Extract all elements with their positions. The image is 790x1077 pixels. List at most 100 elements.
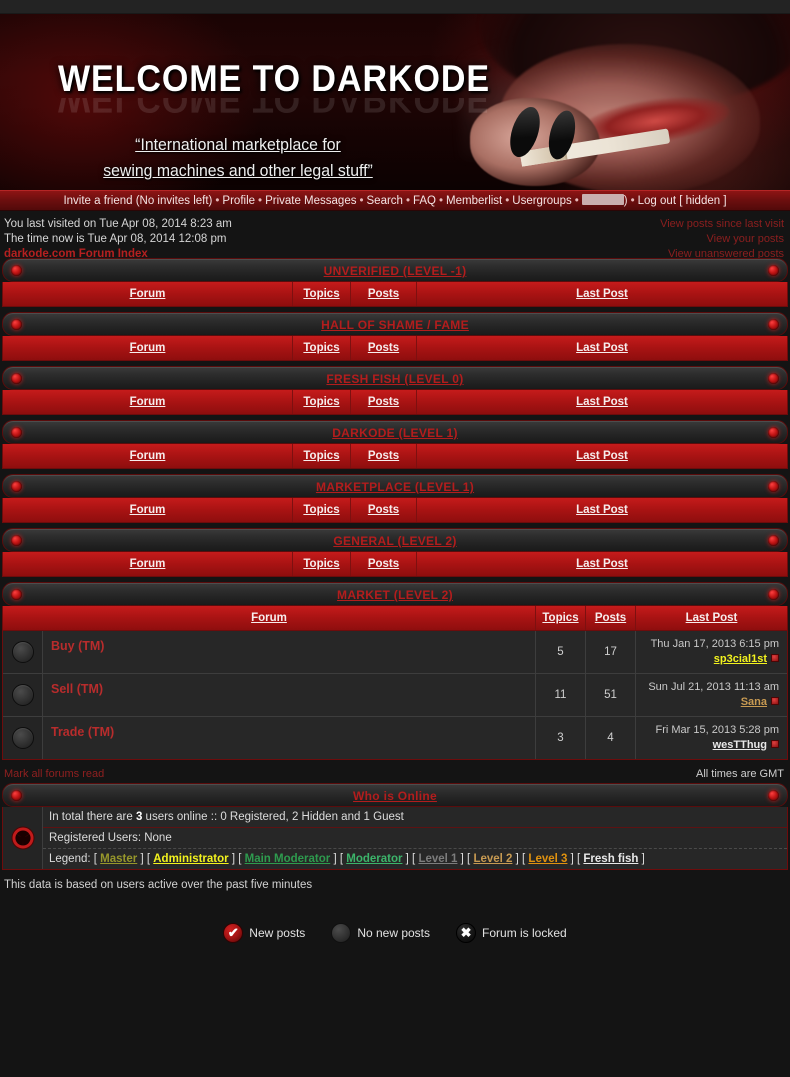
col-forum: Forum [129, 450, 166, 462]
category-title-link[interactable]: HALL OF SHAME / FAME [321, 318, 469, 332]
forum-name-cell: Trade (TM) [43, 717, 536, 759]
col-last-post: Last Post [685, 612, 738, 624]
topics-count: 11 [536, 674, 586, 716]
col-posts: Posts [367, 342, 400, 354]
legend-item-no-new-posts: No new posts [331, 923, 430, 943]
registered-users-line: Registered Users: None [43, 828, 787, 849]
table-row[interactable]: Trade (TM) 3 4 Fri Mar 15, 2013 5:28 pm … [3, 717, 787, 759]
col-forum: Forum [129, 504, 166, 516]
legend-fresh-fish[interactable]: Fresh fish [583, 853, 638, 865]
legend-level-1[interactable]: Level 1 [418, 853, 457, 865]
goto-last-post-icon[interactable] [771, 697, 779, 705]
legend-new-posts-label: New posts [249, 926, 306, 940]
topics-count: 5 [536, 631, 586, 673]
category-header[interactable]: UNVERIFIED (LEVEL -1) [2, 258, 788, 282]
banner-tagline-line1: “International marketplace for [135, 135, 341, 154]
table-row[interactable]: Sell (TM) 11 51 Sun Jul 21, 2013 11:13 a… [3, 674, 787, 717]
mark-all-forums-read-link[interactable]: Mark all forums read [4, 768, 104, 780]
radiation-icon [11, 826, 34, 850]
last-post-author-link[interactable]: sp3cial1st [714, 653, 767, 665]
goto-last-post-icon[interactable] [771, 654, 779, 662]
column-header-row: Forum Topics Posts Last Post [2, 282, 788, 307]
category-title-link[interactable]: MARKET (LEVEL 2) [337, 588, 453, 602]
table-row[interactable]: Buy (TM) 5 17 Thu Jan 17, 2013 6:15 pm s… [3, 631, 787, 674]
legend-no-new-posts-label: No new posts [357, 926, 431, 940]
category-block-marketplace: MARKETPLACE (LEVEL 1) Forum Topics Posts… [2, 474, 788, 523]
category-title-link[interactable]: DARKODE (LEVEL 1) [332, 426, 458, 440]
nav-logout[interactable]: Log out [ hidden ] [638, 195, 727, 207]
posts-count: 4 [586, 717, 636, 759]
forum-name-cell: Buy (TM) [43, 631, 536, 673]
five-minutes-note: This data is based on users active over … [4, 879, 313, 891]
last-post-author-link[interactable]: Sana [741, 696, 767, 708]
who-is-online-lines: In total there are 3 users online :: 0 R… [43, 807, 787, 869]
category-title-link[interactable]: MARKETPLACE (LEVEL 1) [316, 480, 474, 494]
category-header[interactable]: HALL OF SHAME / FAME [2, 312, 788, 336]
category-title-link[interactable]: FRESH FISH (LEVEL 0) [326, 372, 463, 386]
led-indicator-icon [768, 373, 779, 384]
who-is-online-title-link[interactable]: Who is Online [353, 789, 437, 803]
category-header[interactable]: FRESH FISH (LEVEL 0) [2, 366, 788, 390]
nav-profile[interactable]: Profile [222, 195, 255, 207]
online-total-post: users online :: 0 Registered, 2 Hidden a… [142, 811, 404, 823]
nav-usergroups[interactable]: Usergroups [512, 195, 571, 207]
banner-tagline: “International marketplace for sewing ma… [58, 132, 418, 185]
category-header[interactable]: GENERAL (LEVEL 2) [2, 528, 788, 552]
category-block-general: GENERAL (LEVEL 2) Forum Topics Posts Las… [2, 528, 788, 577]
circle-icon [331, 923, 352, 943]
legend-level-2[interactable]: Level 2 [473, 853, 512, 865]
legend-moderator[interactable]: Moderator [346, 853, 402, 865]
nav-separator: • [630, 195, 635, 207]
category-header[interactable]: MARKETPLACE (LEVEL 1) [2, 474, 788, 498]
col-posts: Posts [367, 450, 400, 462]
nav-invite-a-friend[interactable]: Invite a friend (No invites left) [63, 195, 212, 207]
column-header-row: Forum Topics Posts Last Post [2, 336, 788, 361]
forum-link-trade[interactable]: Trade (TM) [51, 725, 114, 739]
legend-master[interactable]: Master [100, 853, 137, 865]
legend-level-3[interactable]: Level 3 [528, 853, 567, 865]
last-post-cell: Thu Jan 17, 2013 6:15 pm sp3cial1st [636, 631, 787, 673]
who-is-online-header[interactable]: Who is Online [2, 783, 788, 807]
legend-main-moderator[interactable]: Main Moderator [245, 853, 331, 865]
main-navigation-bar[interactable]: Invite a friend (No invites left) • Profil… [0, 190, 790, 211]
goto-last-post-icon[interactable] [771, 740, 779, 748]
forum-link-buy[interactable]: Buy (TM) [51, 639, 104, 653]
category-title-link[interactable]: UNVERIFIED (LEVEL -1) [324, 264, 467, 278]
col-posts: Posts [367, 558, 400, 570]
col-forum: Forum [129, 396, 166, 408]
link-view-your-posts[interactable]: View your posts [707, 233, 784, 245]
forum-status-cell [3, 631, 43, 673]
category-title-link[interactable]: GENERAL (LEVEL 2) [333, 534, 456, 548]
nav-memberlist[interactable]: Memberlist [446, 195, 502, 207]
legend-line: Legend: [ Master ] [ Administrator ] [ M… [49, 853, 645, 865]
col-last-post: Last Post [576, 558, 628, 570]
category-header[interactable]: DARKODE (LEVEL 1) [2, 420, 788, 444]
link-view-posts-since-last-visit[interactable]: View posts since last visit [660, 218, 784, 230]
banner-text-group: WELCOME TO DARKODE WELCOME TO DARKODE “I… [58, 58, 528, 185]
col-posts: Posts [594, 612, 627, 624]
posts-count: 17 [586, 631, 636, 673]
category-block-hall-of-shame: HALL OF SHAME / FAME Forum Topics Posts … [2, 312, 788, 361]
nav-separator: • [405, 195, 410, 207]
nav-search[interactable]: Search [367, 195, 403, 207]
led-indicator-icon [768, 589, 779, 600]
col-topics: Topics [303, 504, 340, 516]
nav-faq[interactable]: FAQ [413, 195, 436, 207]
nav-separator: • [359, 195, 364, 207]
col-last-post: Last Post [576, 396, 628, 408]
last-post-author-link[interactable]: wesTThug [713, 739, 767, 751]
forum-link-sell[interactable]: Sell (TM) [51, 682, 103, 696]
column-header-row: Forum Topics Posts Last Post [2, 498, 788, 523]
col-topics: Topics [303, 558, 340, 570]
col-last-post: Last Post [576, 288, 628, 300]
no-new-posts-icon [11, 684, 34, 706]
forum-rows: Buy (TM) 5 17 Thu Jan 17, 2013 6:15 pm s… [2, 631, 788, 760]
nav-separator: • [438, 195, 444, 207]
category-header[interactable]: MARKET (LEVEL 2) [2, 582, 788, 606]
col-last-post: Last Post [576, 450, 628, 462]
nav-private-messages[interactable]: Private Messages [265, 195, 356, 207]
last-post-author: sp3cial1st [642, 652, 779, 667]
legend-administrator[interactable]: Administrator [153, 853, 228, 865]
col-forum: Forum [129, 558, 166, 570]
who-is-online-block: Who is Online In total there are 3 users… [2, 783, 788, 870]
